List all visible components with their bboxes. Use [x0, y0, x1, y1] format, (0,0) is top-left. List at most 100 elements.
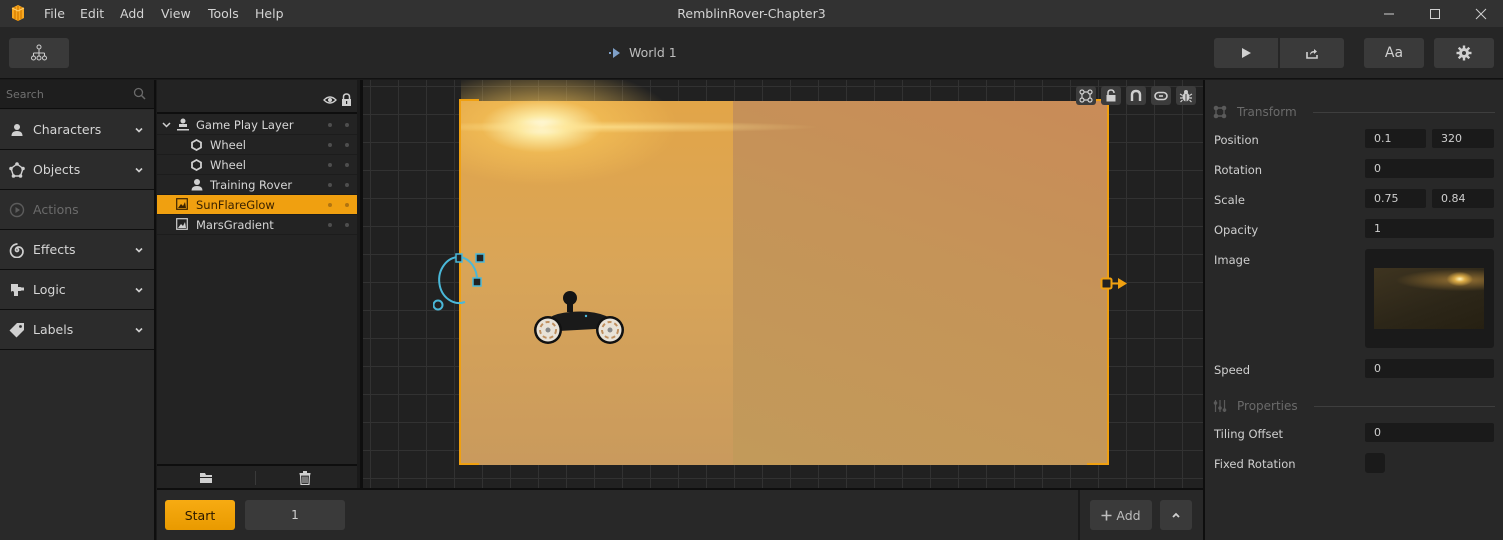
chevron-down-icon: [135, 287, 143, 293]
scale-x-input[interactable]: [1365, 189, 1426, 208]
opacity-input[interactable]: [1365, 219, 1494, 238]
scale-label: Scale: [1214, 193, 1245, 207]
lock-dot[interactable]: [345, 203, 349, 207]
breadcrumb[interactable]: World 1: [609, 45, 677, 60]
menu-help[interactable]: Help: [255, 6, 284, 21]
menu-add[interactable]: Add: [120, 6, 144, 21]
start-button[interactable]: Start: [165, 500, 235, 530]
position-x-input[interactable]: [1365, 129, 1426, 148]
scene-image-sunflareglow[interactable]: [459, 80, 1109, 465]
debug-tool-button[interactable]: [1176, 86, 1196, 105]
lock-dot[interactable]: [345, 143, 349, 147]
chevron-down-icon: [135, 247, 143, 253]
menu-edit[interactable]: Edit: [80, 6, 104, 21]
category-objects[interactable]: Objects: [0, 150, 154, 190]
layer-row-game-play-layer[interactable]: Game Play Layer: [157, 115, 357, 135]
folder-icon[interactable]: [199, 472, 213, 484]
sun-glow: [461, 80, 761, 211]
chevron-up-icon: [1172, 512, 1180, 518]
lock-dot[interactable]: [345, 123, 349, 127]
lock-tool-button[interactable]: [1101, 86, 1121, 105]
snap-tool-button[interactable]: [1126, 86, 1146, 105]
category-characters[interactable]: Characters: [0, 110, 154, 150]
app-logo-icon: [8, 4, 28, 24]
category-logic[interactable]: Logic: [0, 270, 154, 310]
search-icon[interactable]: [133, 87, 146, 100]
hierarchy-button[interactable]: [9, 38, 69, 68]
speed-input[interactable]: [1365, 359, 1494, 378]
bug-icon: [1179, 89, 1193, 102]
category-label: Actions: [33, 202, 79, 217]
sun-streak: [461, 121, 881, 133]
image-picker[interactable]: [1365, 249, 1494, 348]
layers-panel: Game Play Layer Wheel Wheel Training Rov…: [157, 80, 357, 488]
layer-label: Game Play Layer: [196, 117, 294, 132]
link-tool-button[interactable]: [1151, 86, 1171, 105]
scale-y-input[interactable]: [1432, 189, 1494, 208]
add-button[interactable]: Add: [1090, 500, 1152, 530]
layer-row-wheel[interactable]: Wheel: [157, 135, 357, 155]
transform-tool-button[interactable]: [1076, 86, 1096, 105]
visibility-eye-icon[interactable]: [323, 95, 337, 105]
category-effects[interactable]: Effects: [0, 230, 154, 270]
resize-handle-right[interactable]: [1100, 276, 1132, 292]
sliders-icon: [1213, 400, 1227, 412]
font-button[interactable]: Aa: [1364, 38, 1424, 68]
lock-dot[interactable]: [345, 183, 349, 187]
visibility-dot[interactable]: [328, 143, 332, 147]
settings-button[interactable]: [1434, 38, 1494, 68]
category-labels[interactable]: Labels: [0, 310, 154, 350]
menu-file[interactable]: File: [44, 6, 65, 21]
lock-icon[interactable]: [341, 93, 352, 106]
minimize-button[interactable]: [1366, 0, 1412, 27]
visibility-dot[interactable]: [328, 223, 332, 227]
transform-nodes-icon: [1079, 88, 1093, 103]
transform-section-header[interactable]: Transform: [1213, 105, 1495, 119]
hexagon-icon: [191, 159, 202, 171]
menu-tools[interactable]: Tools: [208, 6, 239, 21]
lock-dot[interactable]: [345, 223, 349, 227]
maximize-button[interactable]: [1412, 0, 1458, 27]
rotation-input[interactable]: [1365, 159, 1494, 178]
position-y-input[interactable]: [1432, 129, 1494, 148]
scene-canvas[interactable]: [360, 80, 1203, 488]
panel-resize-handle[interactable]: [363, 270, 364, 290]
properties-section-header[interactable]: Properties: [1213, 399, 1495, 413]
gizmo-handle: [475, 253, 485, 263]
hierarchy-icon: [31, 44, 47, 61]
layer-label: SunFlareGlow: [196, 197, 275, 212]
visibility-dot[interactable]: [328, 163, 332, 167]
properties-title: Properties: [1237, 399, 1298, 413]
visibility-dot[interactable]: [328, 183, 332, 187]
image-label: Image: [1214, 253, 1251, 267]
menu-view[interactable]: View: [161, 6, 191, 21]
layer-row-training-rover[interactable]: Training Rover: [157, 175, 357, 195]
lock-icon: [1106, 89, 1116, 102]
frame-number-input[interactable]: [245, 500, 345, 530]
search-input[interactable]: [6, 86, 126, 103]
play-icon: [1242, 48, 1251, 58]
timeline-bar: Start Add: [157, 488, 1203, 540]
trash-icon[interactable]: [299, 471, 311, 485]
layer-row-wheel[interactable]: Wheel: [157, 155, 357, 175]
play-button[interactable]: [1214, 38, 1278, 68]
fixed-rotation-checkbox[interactable]: [1365, 453, 1385, 473]
share-button[interactable]: [1280, 38, 1344, 68]
expand-panel-button[interactable]: [1160, 500, 1192, 530]
tiling-offset-label: Tiling Offset: [1214, 427, 1284, 441]
visibility-dot[interactable]: [328, 203, 332, 207]
section-divider: [1313, 405, 1495, 407]
lock-dot[interactable]: [345, 163, 349, 167]
layer-row-sunflareglow[interactable]: SunFlareGlow: [157, 195, 357, 215]
footer-divider: [255, 471, 256, 485]
speed-label: Speed: [1214, 363, 1251, 377]
layer-row-marsgradient[interactable]: MarsGradient: [157, 215, 357, 235]
visibility-dot[interactable]: [328, 123, 332, 127]
close-button[interactable]: [1458, 0, 1503, 27]
chevron-down-icon[interactable]: [162, 121, 171, 129]
tiling-offset-input[interactable]: [1365, 423, 1494, 442]
rotation-gizmo[interactable]: [433, 250, 493, 314]
training-rover-sprite[interactable]: [530, 288, 626, 348]
image-icon: [176, 218, 188, 230]
category-actions: Actions: [0, 190, 154, 230]
